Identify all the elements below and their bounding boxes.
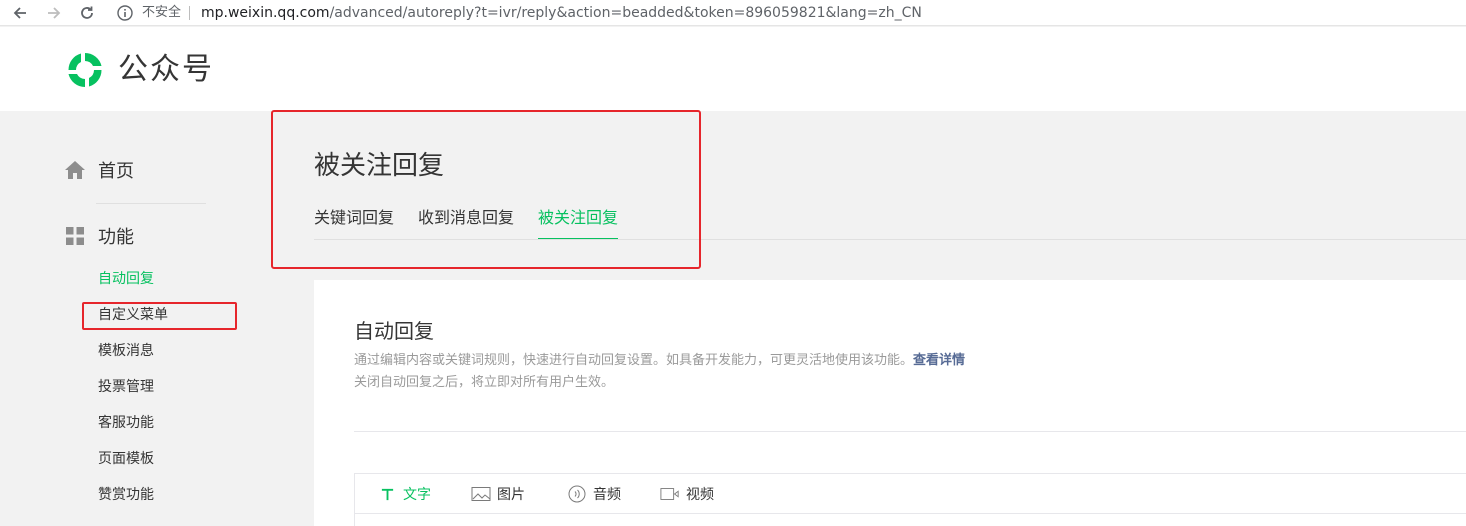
panel-desc-line1: 通过编辑内容或关键词规则，快速进行自动回复设置。如具备开发能力，可更灵活地使用该… — [354, 353, 914, 368]
info-icon[interactable] — [116, 4, 134, 22]
sidebar-item-auto-reply[interactable]: 自动回复 — [98, 269, 154, 289]
reload-icon[interactable] — [77, 3, 97, 23]
url-field[interactable]: mp.weixin.qq.com/advanced/autoreply?t=iv… — [201, 3, 922, 23]
audio-icon — [567, 485, 587, 503]
text-icon — [377, 485, 397, 503]
reply-editor: 文字 图片 音频 视频 — [354, 473, 1466, 526]
header: 公众号 — [0, 27, 1466, 111]
official-account-logo-icon[interactable] — [64, 49, 106, 91]
editor-tab-video[interactable]: 视频 — [660, 484, 714, 504]
page-title: 被关注回复 — [314, 151, 445, 181]
editor-tab-text-label: 文字 — [403, 487, 431, 503]
video-icon — [660, 485, 680, 503]
editor-tab-video-label: 视频 — [686, 487, 714, 503]
panel-description: 通过编辑内容或关键词规则，快速进行自动回复设置。如具备开发能力，可更灵活地使用该… — [354, 350, 965, 394]
back-arrow-icon[interactable] — [10, 3, 30, 23]
sidebar-item-vote[interactable]: 投票管理 — [98, 377, 154, 397]
tab-message-reply[interactable]: 收到消息回复 — [418, 207, 514, 229]
tabs-divider — [314, 239, 1466, 240]
browser-address-bar: 不安全 mp.weixin.qq.com/advanced/autoreply?… — [0, 0, 1466, 26]
sidebar-item-custom-menu[interactable]: 自定义菜单 — [98, 305, 168, 325]
security-label[interactable]: 不安全 — [142, 4, 181, 22]
sidebar: 首页 功能 自动回复 自定义菜单 模板消息 投票管理 客服功能 页面模板 赞赏功… — [0, 111, 300, 526]
brand-name[interactable]: 公众号 — [118, 51, 214, 89]
forward-arrow-icon[interactable] — [44, 3, 64, 23]
tab-keyword-reply[interactable]: 关键词回复 — [314, 207, 394, 229]
editor-tab-text[interactable]: 文字 — [377, 484, 431, 504]
url-separator — [189, 6, 190, 20]
panel-title: 自动回复 — [354, 319, 434, 343]
editor-tab-image-label: 图片 — [497, 487, 525, 503]
sidebar-item-page-template[interactable]: 页面模板 — [98, 449, 154, 469]
panel-desc-line2: 关闭自动回复之后，将立即对所有用户生效。 — [354, 375, 615, 390]
editor-tab-audio-label: 音频 — [593, 487, 621, 503]
sidebar-item-reward[interactable]: 赞赏功能 — [98, 485, 154, 505]
sidebar-function-label: 功能 — [98, 227, 134, 248]
auto-reply-panel: 自动回复 通过编辑内容或关键词规则，快速进行自动回复设置。如具备开发能力，可更灵… — [314, 280, 1466, 526]
panel-divider — [354, 431, 1466, 432]
sidebar-item-customer-service[interactable]: 客服功能 — [98, 413, 154, 433]
grid-icon — [66, 227, 84, 245]
editor-tab-image[interactable]: 图片 — [471, 484, 525, 504]
page-title-area: 被关注回复 关键词回复 收到消息回复 被关注回复 — [300, 111, 1466, 241]
url-host: mp.weixin.qq.com — [201, 5, 330, 21]
home-icon — [65, 161, 85, 179]
view-details-link[interactable]: 查看详情 — [913, 353, 965, 368]
image-icon — [471, 485, 491, 503]
tab-follow-reply[interactable]: 被关注回复 — [538, 207, 618, 229]
sidebar-divider — [96, 203, 206, 204]
sidebar-item-template-message[interactable]: 模板消息 — [98, 341, 154, 361]
sidebar-section-function[interactable]: 功能 — [64, 225, 134, 248]
editor-toolbar: 文字 图片 音频 视频 — [355, 474, 1466, 514]
editor-tab-audio[interactable]: 音频 — [567, 484, 621, 504]
sidebar-home-label: 首页 — [98, 161, 134, 182]
url-path: /advanced/autoreply?t=ivr/reply&action=b… — [329, 5, 922, 21]
sidebar-item-home[interactable]: 首页 — [64, 159, 134, 182]
